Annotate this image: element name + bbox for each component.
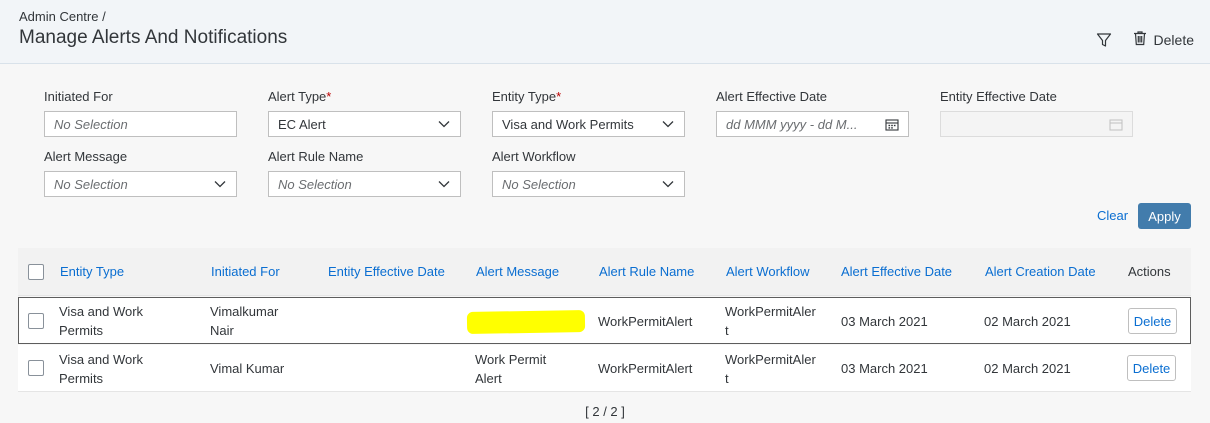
- alert-message-label: Alert Message: [44, 149, 128, 164]
- alert-workflow-cell: WorkPermitAler t: [725, 302, 816, 340]
- chevron-down-icon: [437, 177, 451, 191]
- table-row[interactable]: Visa and Work Permits Vimal Kumar Work P…: [18, 345, 1191, 392]
- calendar-icon[interactable]: [885, 117, 899, 131]
- alert-rule-name-label: Alert Rule Name: [268, 149, 364, 164]
- cell-line: Vimalkumar: [210, 304, 279, 319]
- required-marker: *: [556, 89, 562, 104]
- entity-type-cell: Visa and Work Permits: [59, 302, 143, 340]
- alert-type-label: Alert Type*: [268, 89, 331, 104]
- cell-line: Alert: [475, 371, 502, 386]
- entity-type-cell: Visa and Work Permits: [59, 350, 143, 388]
- alert-effective-date-input[interactable]: dd MMM yyyy - dd M...: [716, 111, 909, 137]
- chevron-down-icon: [661, 117, 675, 131]
- table-row[interactable]: Visa and Work Permits Vimalkumar Nair Wo…: [18, 297, 1191, 344]
- initiated-for-placeholder: No Selection: [54, 116, 128, 132]
- pagination-indicator: [ 2 / 2 ]: [585, 404, 625, 419]
- header-actions: Delete: [1096, 30, 1194, 49]
- entity-type-label-text: Entity Type: [492, 89, 557, 104]
- chevron-down-icon: [661, 177, 675, 191]
- cell-line: Permits: [59, 323, 104, 338]
- entity-type-select[interactable]: Visa and Work Permits: [492, 111, 685, 137]
- delete-header-label: Delete: [1153, 31, 1194, 48]
- delete-header-button[interactable]: Delete: [1132, 30, 1194, 49]
- delete-row-button[interactable]: Delete: [1128, 308, 1177, 334]
- column-header: Actions: [1128, 264, 1171, 279]
- column-header[interactable]: Alert Effective Date: [841, 264, 952, 279]
- chevron-down-icon: [437, 117, 451, 131]
- alert-effective-date-label: Alert Effective Date: [716, 89, 828, 104]
- cell-line: t: [725, 323, 729, 338]
- cell-line: Permits: [59, 371, 104, 386]
- clear-button[interactable]: Clear: [1097, 208, 1128, 223]
- row-checkbox[interactable]: [28, 360, 44, 376]
- delete-row-button[interactable]: Delete: [1127, 355, 1176, 381]
- trash-icon: [1132, 30, 1148, 49]
- column-header[interactable]: Alert Workflow: [726, 264, 810, 279]
- column-header[interactable]: Entity Effective Date: [328, 264, 445, 279]
- breadcrumb[interactable]: Admin Centre /: [19, 9, 106, 24]
- row-checkbox[interactable]: [28, 313, 44, 329]
- alert-rule-name-cell: WorkPermitAlert: [598, 314, 693, 329]
- alert-type-value: EC Alert: [278, 116, 326, 132]
- column-header[interactable]: Initiated For: [211, 264, 280, 279]
- cell-line: Work Permit: [475, 352, 547, 367]
- table-header: Entity Type Initiated For Entity Effecti…: [18, 248, 1191, 296]
- chevron-down-icon: [213, 177, 227, 191]
- entity-type-label: Entity Type*: [492, 89, 561, 104]
- cell-line: WorkPermitAler: [725, 304, 816, 319]
- alert-rule-name-select[interactable]: No Selection: [268, 171, 461, 197]
- cell-line: WorkPermitAler: [725, 352, 816, 367]
- select-all-checkbox[interactable]: [28, 264, 44, 280]
- cell-line: t: [725, 371, 729, 386]
- alert-workflow-cell: WorkPermitAler t: [725, 350, 816, 388]
- alert-message-cell: Work Permit Alert: [475, 350, 546, 388]
- cell-line: Visa and Work: [59, 304, 144, 319]
- alert-effective-date-placeholder: dd MMM yyyy - dd M...: [726, 116, 858, 132]
- alert-creation-date-cell: 02 March 2021: [984, 361, 1071, 376]
- alert-effective-date-cell: 03 March 2021: [841, 314, 928, 329]
- page-title: Manage Alerts And Notifications: [19, 27, 288, 48]
- initiated-for-cell: Vimal Kumar: [210, 361, 285, 376]
- alert-message-placeholder: No Selection: [54, 176, 128, 192]
- required-marker: *: [326, 89, 332, 104]
- filter-icon[interactable]: [1096, 32, 1112, 48]
- calendar-icon: [1109, 117, 1123, 131]
- entity-type-value: Visa and Work Permits: [502, 116, 634, 132]
- column-header[interactable]: Entity Type: [60, 264, 124, 279]
- alert-workflow-placeholder: No Selection: [502, 176, 576, 192]
- entity-effective-date-input: [940, 111, 1133, 137]
- column-header[interactable]: Alert Creation Date: [985, 264, 1096, 279]
- initiated-for-cell: Vimalkumar Nair: [210, 302, 278, 340]
- apply-button[interactable]: Apply: [1138, 203, 1191, 229]
- alert-type-select[interactable]: EC Alert: [268, 111, 461, 137]
- alert-rule-name-placeholder: No Selection: [278, 176, 352, 192]
- cell-line: Nair: [210, 323, 234, 338]
- column-header[interactable]: Alert Rule Name: [599, 264, 694, 279]
- column-header[interactable]: Alert Message: [476, 264, 559, 279]
- alert-message-select[interactable]: No Selection: [44, 171, 237, 197]
- alert-effective-date-cell: 03 March 2021: [841, 361, 928, 376]
- alert-rule-name-cell: WorkPermitAlert: [598, 361, 693, 376]
- alert-workflow-label: Alert Workflow: [492, 149, 576, 164]
- entity-effective-date-label: Entity Effective Date: [940, 89, 1057, 104]
- initiated-for-label: Initiated For: [44, 89, 113, 104]
- alert-workflow-select[interactable]: No Selection: [492, 171, 685, 197]
- cell-line: Visa and Work: [59, 352, 144, 367]
- redaction-highlight: [466, 309, 586, 335]
- initiated-for-input[interactable]: No Selection: [44, 111, 237, 137]
- page-header: Admin Centre / Manage Alerts And Notific…: [0, 0, 1210, 64]
- alert-type-label-text: Alert Type: [268, 89, 327, 104]
- alert-creation-date-cell: 02 March 2021: [984, 314, 1071, 329]
